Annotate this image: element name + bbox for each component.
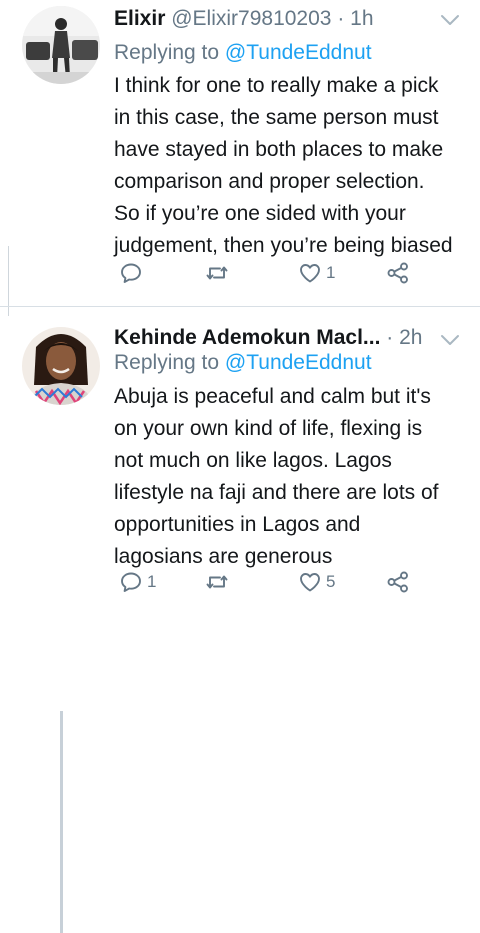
tweet-text-line: comparison and proper selection.	[114, 170, 425, 193]
replying-to: Replying to @TundeEddnut	[114, 348, 372, 378]
chevron-down-icon[interactable]	[439, 333, 461, 347]
replying-to-label: Replying to	[114, 41, 220, 64]
reply-icon	[121, 263, 141, 283]
timestamp[interactable]: 1h	[350, 7, 373, 30]
heart-icon	[300, 264, 320, 283]
share-icon	[387, 571, 408, 593]
retweet-button[interactable]	[205, 258, 233, 288]
reply-button[interactable]	[119, 258, 147, 288]
reply-button[interactable]: 1	[119, 567, 156, 597]
chevron-down-icon[interactable]	[439, 13, 461, 27]
retweet-button[interactable]	[205, 567, 233, 597]
reply-count: 1	[147, 572, 157, 591]
reply-icon	[121, 572, 141, 592]
share-icon	[387, 262, 408, 284]
tweet-text-line: opportunities in Lagos and	[114, 513, 361, 536]
share-button[interactable]	[386, 567, 410, 597]
tweet-text-line: I think for one to really make a pick	[114, 74, 439, 97]
tweet-actions: 1 5	[0, 567, 480, 597]
like-count: 5	[326, 572, 336, 591]
tweet-text-line: Abuja is peaceful and calm but it's	[114, 385, 431, 408]
replying-to-mention[interactable]: @TundeEddnut	[225, 41, 372, 64]
like-button[interactable]: 1	[298, 258, 335, 288]
tweet-actions: 1	[0, 258, 480, 288]
heart-icon	[300, 573, 320, 592]
separator-dot: ·	[386, 326, 394, 349]
display-name[interactable]: Elixir	[114, 7, 165, 30]
tweet-text-line: lifestyle na faji and there are lots of	[114, 481, 439, 504]
tweet[interactable]: Elixir @Elixir79810203 · 1h Replying to …	[0, 0, 480, 306]
avatar[interactable]	[22, 327, 100, 405]
retweet-icon	[206, 575, 228, 589]
replying-to-label: Replying to	[114, 351, 220, 374]
tweet-text-line: So if you’re one sided with your	[114, 202, 406, 225]
timestamp[interactable]: 2h	[399, 326, 422, 349]
separator-dot: ·	[337, 7, 345, 30]
tweet[interactable]: Kehinde Ademokun Macl... · 2h Replying t…	[0, 307, 480, 933]
share-button[interactable]	[386, 258, 410, 288]
replying-to-mention[interactable]: @TundeEddnut	[225, 351, 372, 374]
tweet-text-line: in this case, the same person must	[114, 106, 439, 129]
avatar-image	[22, 327, 100, 405]
retweet-icon	[206, 266, 228, 280]
thread-line	[60, 711, 63, 933]
tweet-text-line: have stayed in both places to make	[114, 138, 444, 161]
replying-to: Replying to @TundeEddnut	[114, 38, 372, 68]
avatar[interactable]	[22, 6, 100, 84]
like-button[interactable]: 5	[298, 567, 335, 597]
handle[interactable]: @Elixir79810203	[171, 7, 331, 30]
tweet-text-line: not much on like lagos. Lagos	[114, 449, 392, 472]
tweet-text: Abuja is peaceful and calm but it's on y…	[114, 381, 474, 573]
tweet-text: I think for one to really make a pick in…	[114, 70, 474, 262]
tweet-header: Elixir @Elixir79810203 · 1h	[114, 4, 374, 34]
like-count: 1	[326, 263, 336, 282]
tweet-text-line: on your own kind of life, flexing is	[114, 417, 423, 440]
avatar-image	[22, 6, 100, 84]
